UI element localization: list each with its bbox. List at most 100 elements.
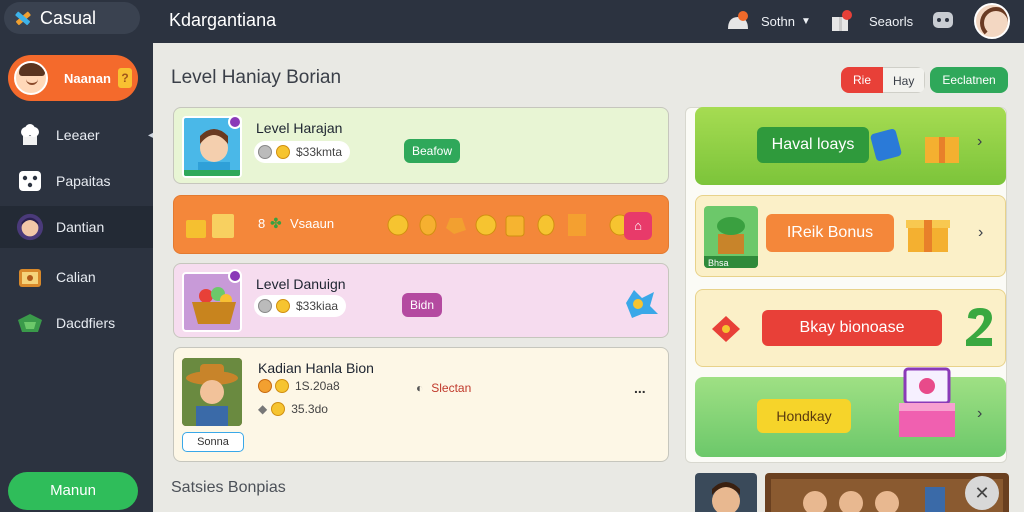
ticket-icon: [712, 316, 740, 342]
reward-button[interactable]: Haval loays: [757, 127, 869, 163]
coin-stat-value: $33kiaa: [296, 299, 339, 313]
profile-button[interactable]: Naanan ?: [8, 55, 138, 101]
badge-icon: [228, 269, 242, 283]
card-action-button[interactable]: Bidn: [402, 293, 443, 317]
more-options-icon[interactable]: ...: [634, 380, 646, 396]
star-icon: [275, 379, 289, 393]
farmer-thumbnail: [182, 358, 242, 426]
level-title: Kadian Hanla Bion: [258, 360, 374, 376]
avatar: [14, 61, 48, 95]
sidebar-item-calian[interactable]: Calian: [0, 256, 153, 298]
treasure-box-icon: [16, 263, 44, 291]
card-action-label: Bidn: [410, 298, 435, 312]
page-title: Kdargantiana: [169, 10, 277, 30]
profile-badge: ?: [118, 68, 132, 88]
currency-count: 8: [258, 216, 266, 231]
stat-value: 35.3do: [291, 402, 328, 416]
dice-icon: [16, 167, 44, 195]
user-avatar[interactable]: [974, 3, 1010, 39]
bottom-thumbnail[interactable]: [695, 473, 757, 512]
main-button[interactable]: Manun: [8, 472, 138, 510]
clover-icon: ✤: [270, 215, 282, 231]
section-title: Level Haniay Borian: [171, 67, 342, 88]
top-bar: Kdargantiana Sothn ▼ Seaorls: [153, 0, 1024, 43]
level-title: Level Danuign: [256, 276, 346, 292]
sidebar: Casual Naanan ? Leeaer ◂ Papaitas Dantia…: [0, 0, 153, 512]
number-two-icon: [966, 308, 992, 346]
sidebar-item-label: Calian: [56, 269, 96, 285]
gift-box-icon: [870, 129, 959, 163]
tag-icon: ◐: [416, 381, 424, 395]
sidebar-item-papaitas[interactable]: Papaitas: [0, 160, 153, 202]
section-title-secondary: Satsies Bonpias: [171, 479, 286, 496]
sidebar-item-label: Dantian: [56, 219, 105, 235]
splash-icon: [626, 290, 658, 318]
close-badge-icon[interactable]: ⌂: [624, 212, 652, 240]
segment-a[interactable]: Rie: [841, 67, 884, 93]
tag-label: Slectan: [431, 381, 472, 395]
star-icon: [276, 299, 290, 313]
coin-stat-value: $33kmta: [296, 145, 343, 159]
sidebar-item-leeaer[interactable]: Leeaer ◂: [0, 114, 153, 156]
chat-icon-button[interactable]: [931, 6, 955, 36]
topbar-item-seaorls[interactable]: Seaorls: [829, 6, 913, 36]
reward-button[interactable]: Hondkay: [757, 399, 851, 433]
reward-card[interactable]: Haval loays ›: [695, 107, 1006, 185]
stat-value: 1S.20a8: [295, 379, 340, 393]
avatar-icon: [16, 213, 44, 241]
chevron-down-icon: ▼: [800, 15, 811, 27]
reward-card[interactable]: Bhsa IReik Bonus ›: [695, 195, 1006, 277]
sidebar-item-dacdfiers[interactable]: Dacdfiers: [0, 302, 153, 344]
gift-icon: [832, 10, 852, 31]
close-icon[interactable]: ✕: [965, 476, 999, 510]
reward-button[interactable]: IReik Bonus: [766, 214, 894, 252]
pencil-ruler-icon: [15, 11, 31, 26]
reward-card[interactable]: Bkay bionoase: [695, 289, 1006, 367]
badge-icon: [228, 115, 242, 129]
sidebar-item-dantian[interactable]: Dantian: [0, 206, 153, 248]
chef-hat-icon: [16, 121, 44, 149]
treasure-icon: [186, 214, 234, 238]
currency-strip: 8 ✤ Vsaaun ⌂: [173, 195, 669, 254]
gift-icon: [16, 309, 44, 337]
level-card[interactable]: Sonna Kadian Hanla Bion 1S.20a8 ◆ 35.3do…: [173, 347, 669, 462]
level-card[interactable]: Level Harajan $33kmta Beafow: [173, 107, 669, 184]
sidebar-item-label: Dacdfiers: [56, 315, 116, 331]
sidebar-item-label: Leeaer: [56, 127, 100, 143]
profile-name: Naanan: [64, 70, 111, 86]
stat-row-2: ◆ 35.3do: [258, 402, 328, 416]
thumb-label: Bhsa: [708, 258, 729, 268]
plant-thumbnail: Bhsa: [704, 206, 758, 268]
green-action-button[interactable]: Eeclatnen: [930, 67, 1008, 93]
reward-button[interactable]: Bkay bionoase: [762, 310, 942, 346]
card-action-button[interactable]: Beafow: [404, 139, 461, 163]
segmented-control[interactable]: Rie Hay: [841, 67, 926, 93]
brand[interactable]: Casual: [4, 2, 140, 34]
chevron-right-icon[interactable]: ›: [978, 224, 983, 242]
segment-b[interactable]: Hay: [883, 67, 926, 93]
coin-row-icon: [387, 214, 631, 237]
topbar-item-label: Sothn: [761, 13, 795, 29]
main-content: Level Haniay Borian Rie Hay Eeclatnen Le…: [153, 43, 1024, 512]
gift-box-icon: [906, 220, 950, 252]
star-icon: [276, 145, 290, 159]
brand-label: Casual: [40, 7, 97, 28]
currency-code: Vsaaun: [290, 216, 335, 231]
gem-icon: ◆: [258, 402, 268, 416]
stat-row-1: 1S.20a8: [258, 379, 340, 393]
topbar-menu-sothn[interactable]: Sothn ▼: [725, 6, 811, 36]
reward-card[interactable]: Hondkay ›: [695, 367, 1006, 457]
coin-icon: [258, 379, 272, 393]
chevron-right-icon[interactable]: ›: [977, 405, 982, 423]
card-label: Sonna: [182, 432, 244, 452]
chevron-right-icon[interactable]: ›: [977, 133, 982, 151]
sidebar-item-label: Papaitas: [56, 173, 111, 189]
level-card[interactable]: Level Danuign $33kiaa Bidn: [173, 263, 669, 338]
shop-box-icon: [899, 367, 955, 437]
star-icon: [271, 402, 286, 416]
coin-stat: $33kiaa: [254, 295, 347, 317]
coin-icon: [258, 145, 272, 159]
notification-icon: [728, 11, 748, 29]
level-title: Level Harajan: [256, 120, 343, 136]
topbar-item-label: Seaorls: [869, 13, 914, 29]
